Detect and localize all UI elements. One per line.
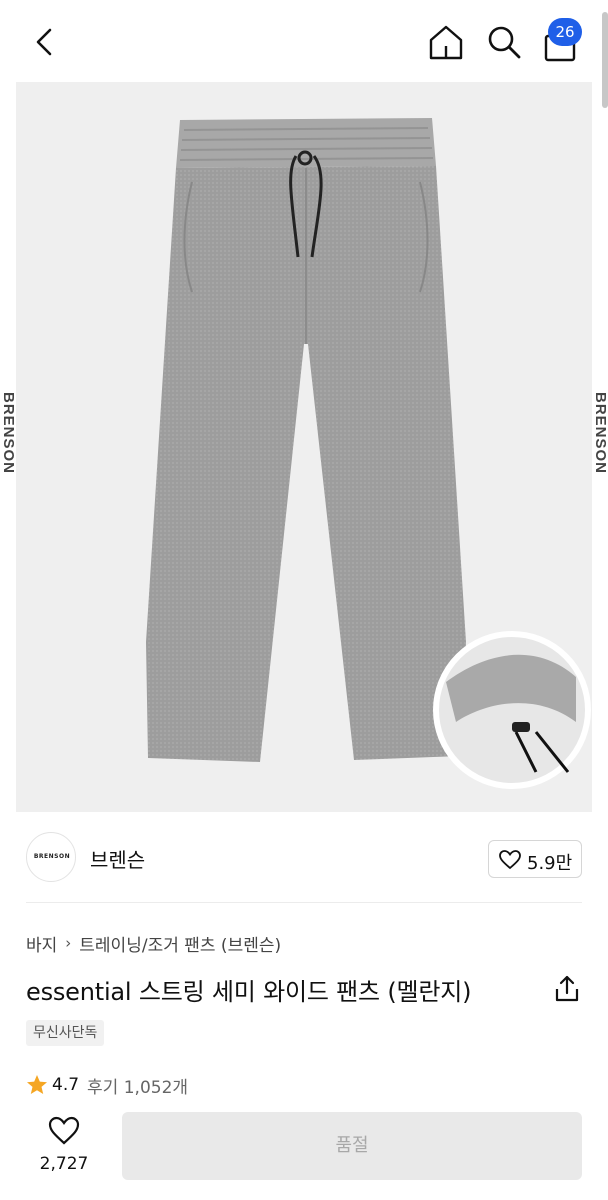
rating-score: 4.7	[52, 1075, 80, 1095]
wishlist-button[interactable]: 2,727	[32, 1116, 96, 1180]
breadcrumb-item-category[interactable]: 바지	[26, 931, 57, 956]
top-navigation-bar: 26	[0, 0, 608, 82]
breadcrumb-item-subcategory[interactable]: 트레이닝/조거 팬츠 (브렌슨)	[79, 931, 281, 956]
exclusive-badge: 무신사단독	[26, 1020, 105, 1046]
brand-like-button[interactable]: 5.9만	[488, 840, 582, 878]
product-title: essential 스트링 세미 와이드 팬츠 (멜란지)	[26, 978, 472, 1006]
back-button[interactable]	[28, 22, 64, 62]
side-brand-text-right: BRENSON	[592, 392, 608, 475]
product-image[interactable]	[16, 82, 592, 812]
brand-logo[interactable]: BRENSON	[26, 832, 76, 882]
rating-summary[interactable]: 4.7 후기 1,052개	[26, 1072, 188, 1098]
heart-icon	[499, 850, 521, 870]
brand-like-count: 5.9만	[527, 853, 573, 874]
review-count[interactable]: 후기 1,052개	[87, 1073, 188, 1098]
sold-out-button[interactable]: 품절	[122, 1112, 582, 1180]
wishlist-count: 2,727	[39, 1154, 89, 1174]
home-button[interactable]	[426, 22, 466, 62]
heart-icon	[48, 1116, 80, 1145]
search-button[interactable]	[484, 22, 524, 62]
brand-name[interactable]: 브렌슨	[90, 844, 145, 873]
pants-illustration	[146, 118, 591, 789]
cart-count-badge: 26	[548, 18, 582, 46]
star-icon	[27, 1075, 47, 1094]
brand-row: BRENSON 브렌슨 5.9만	[0, 812, 608, 902]
share-icon	[555, 975, 579, 1002]
side-brand-text-left: BRENSON	[0, 392, 17, 475]
section-divider	[26, 902, 582, 903]
search-icon	[488, 26, 521, 59]
chevron-right-icon: ›	[65, 934, 72, 952]
share-button[interactable]	[552, 974, 582, 1004]
scrollbar[interactable]	[602, 12, 608, 108]
chevron-left-icon	[36, 28, 52, 56]
brand-logo-text: BRENSON	[33, 853, 71, 860]
breadcrumb: 바지 › 트레이닝/조거 팬츠 (브렌슨)	[26, 930, 281, 956]
home-icon	[429, 25, 463, 60]
